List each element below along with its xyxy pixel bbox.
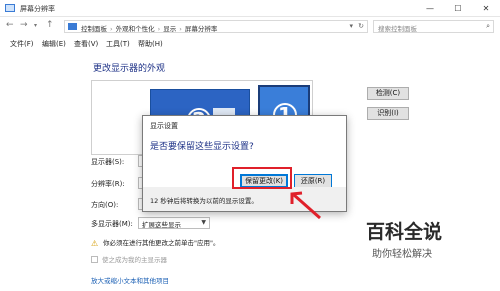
breadcrumb-appearance[interactable]: 外观和个性化	[116, 25, 155, 33]
countdown-note: 12 秒钟后将转换为以前的显示设置。	[150, 197, 258, 205]
maximize-button[interactable]: ☐	[444, 0, 472, 17]
menu-view[interactable]: 查看(V)	[74, 39, 98, 49]
chevron-down-icon: ▼	[201, 219, 206, 226]
keep-button-highlight	[232, 167, 292, 189]
breadcrumb-display[interactable]: 显示	[163, 25, 176, 33]
dialog-question: 是否要保留这些显示设置?	[150, 142, 254, 152]
address-bar[interactable]: 控制面板 › 外观和个性化 › 显示 › 屏幕分辨率 ▾ ↻	[64, 20, 368, 33]
up-arrow-icon[interactable]: ↑	[46, 20, 54, 30]
resolution-label: 分辨率(R):	[91, 180, 125, 188]
forward-arrow-icon[interactable]: →	[20, 20, 28, 30]
watermark-subtitle: 助你轻松解决	[372, 249, 432, 260]
minimize-button[interactable]: —	[416, 0, 444, 17]
window-title: 屏幕分辨率	[20, 5, 55, 13]
menu-file[interactable]: 文件(F)	[10, 39, 34, 49]
revert-button[interactable]: 还原(R)	[294, 174, 332, 188]
recent-pages-icon[interactable]: ▾	[34, 22, 37, 29]
title-bar: 屏幕分辨率 — ☐ ✕	[0, 0, 500, 17]
detect-button[interactable]: 检测(C)	[367, 87, 409, 100]
multi-display-label: 多显示器(M):	[91, 220, 133, 228]
multi-display-value: 扩展这些显示	[142, 221, 181, 229]
location-icon	[68, 23, 77, 30]
search-input[interactable]: 搜索控制面板 ⌕	[373, 20, 494, 33]
text-size-link[interactable]: 放大或缩小文本和其他项目	[91, 275, 169, 285]
page-title: 更改显示器的外观	[93, 64, 166, 74]
menu-bar: 文件(F) 编辑(E) 查看(V) 工具(T) 帮助(H)	[0, 36, 500, 50]
apply-warning: ⚠ 你必须在进行其他更改之前单击"应用"。	[91, 237, 219, 248]
watermark: 百科全说 助你轻松解决	[360, 215, 500, 275]
multi-display-select[interactable]: 扩展这些显示 ▼	[138, 217, 210, 229]
main-display-checkbox	[91, 256, 98, 263]
orientation-label: 方向(O):	[91, 201, 119, 209]
address-dropdown-icon[interactable]: ▾	[349, 22, 353, 30]
menu-tools[interactable]: 工具(T)	[106, 39, 130, 49]
warning-icon: ⚠	[91, 239, 99, 248]
breadcrumb: 控制面板 › 外观和个性化 › 显示 › 屏幕分辨率	[81, 25, 218, 33]
display-label: 显示器(S):	[91, 158, 125, 166]
menu-help[interactable]: 帮助(H)	[138, 39, 163, 49]
main-display-checkbox-row: 使之成为我的主显示器	[91, 254, 167, 264]
refresh-icon[interactable]: ↻	[358, 22, 364, 30]
control-panel-icon	[5, 4, 15, 12]
breadcrumb-resolution[interactable]: 屏幕分辨率	[185, 25, 218, 33]
search-icon: ⌕	[486, 22, 490, 30]
close-button[interactable]: ✕	[472, 0, 500, 17]
menu-edit[interactable]: 编辑(E)	[42, 39, 66, 49]
back-arrow-icon[interactable]: ←	[6, 20, 14, 30]
warning-text: 你必须在进行其他更改之前单击"应用"。	[103, 239, 220, 247]
identify-button[interactable]: 识别(I)	[367, 107, 409, 120]
main-display-label: 使之成为我的主显示器	[102, 256, 167, 264]
red-arrow-icon	[290, 191, 321, 220]
search-placeholder: 搜索控制面板	[378, 25, 417, 33]
breadcrumb-control-panel[interactable]: 控制面板	[81, 25, 107, 33]
dialog-title: 显示设置	[150, 122, 178, 130]
watermark-logo: 百科全说	[366, 221, 443, 243]
